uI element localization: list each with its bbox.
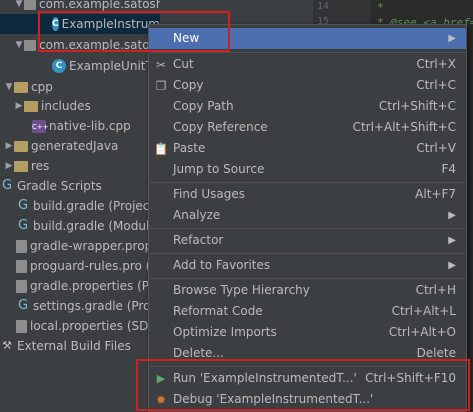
gradle-icon: G xyxy=(17,198,29,213)
context-menu: New ▶ ✂ Cut Ctrl+X ❐ Copy Ctrl+C Copy Pa… xyxy=(148,24,467,412)
file-icon xyxy=(16,319,27,333)
menu-item-find-usages[interactable]: Find Usages Alt+F7 xyxy=(149,184,466,205)
folder-icon xyxy=(14,81,28,93)
tree-item-generated-java[interactable]: ▶ generatedJava xyxy=(4,136,119,156)
cut-icon: ✂ xyxy=(155,58,167,72)
tree-item-example-unit-test[interactable]: C ExampleUnitTes xyxy=(52,56,160,76)
menu-item-copy[interactable]: ❐ Copy Ctrl+C xyxy=(149,75,466,96)
copy-icon: ❐ xyxy=(155,79,167,93)
folder-icon xyxy=(24,100,38,112)
cpp-file-icon: C++ xyxy=(32,119,49,133)
debug-icon: ✹ xyxy=(155,393,167,407)
expand-arrow-icon[interactable]: ▼ xyxy=(14,0,24,9)
tree-item-cpp[interactable]: ▼ cpp xyxy=(4,77,53,97)
tree-item-package[interactable]: ▼ com.example.satosl xyxy=(14,35,160,55)
expand-arrow-icon[interactable]: ▼ xyxy=(14,40,24,50)
paste-icon: 📋 xyxy=(153,142,169,156)
menu-item-browse-type-hierarchy[interactable]: Browse Type Hierarchy Ctrl+H xyxy=(149,280,466,301)
menu-separator xyxy=(150,182,465,183)
file-icon xyxy=(16,259,27,273)
tree-item-gradle-wrapper[interactable]: gradle-wrapper.prope xyxy=(16,236,160,256)
menu-separator xyxy=(150,366,465,367)
submenu-arrow-icon: ▶ xyxy=(448,33,456,44)
menu-item-refactor[interactable]: Refactor ▶ xyxy=(149,230,466,251)
menu-item-reformat-code[interactable]: Reformat Code Ctrl+Alt+L xyxy=(149,301,466,322)
tree-item-package[interactable]: ▼ com.example.satoshi_maemoto.myapplicat… xyxy=(14,0,160,14)
menu-item-jump-to-source[interactable]: Jump to Source F4 xyxy=(149,159,466,180)
gradle-icon: G xyxy=(17,218,29,233)
menu-item-run[interactable]: ▶ Run 'ExampleInstrumentedT...' Ctrl+Shi… xyxy=(149,368,466,389)
collapse-arrow-icon[interactable]: ▶ xyxy=(4,141,14,151)
submenu-arrow-icon: ▶ xyxy=(448,235,456,246)
gradle-icon: G xyxy=(17,298,29,313)
submenu-arrow-icon: ▶ xyxy=(448,260,456,271)
external-build-icon: ⚒ xyxy=(2,339,12,352)
tree-item-res[interactable]: ▶ res xyxy=(4,156,50,176)
tree-item-external-build-files[interactable]: ⚒ External Build Files xyxy=(0,336,131,356)
package-icon xyxy=(24,0,36,10)
menu-item-analyze[interactable]: Analyze ▶ xyxy=(149,205,466,226)
menu-separator xyxy=(150,228,465,229)
class-icon: C xyxy=(52,17,59,31)
menu-separator xyxy=(150,253,465,254)
menu-item-cut[interactable]: ✂ Cut Ctrl+X xyxy=(149,54,466,75)
menu-item-new[interactable]: New ▶ xyxy=(149,28,466,49)
line-number: 14 xyxy=(317,1,330,12)
tree-item-includes[interactable]: ▶ includes xyxy=(14,96,91,116)
tree-item-example-instrumented-test[interactable]: C ExampleInstrumentedTest xyxy=(0,14,160,34)
tree-item-local-properties[interactable]: local.properties (SDK L xyxy=(16,316,160,336)
folder-icon xyxy=(14,160,28,172)
menu-item-copy-reference[interactable]: Copy Reference Ctrl+Alt+Shift+C xyxy=(149,117,466,138)
expand-arrow-icon[interactable]: ▼ xyxy=(4,82,14,92)
file-icon xyxy=(16,279,27,293)
tree-item-build-gradle-module[interactable]: G build.gradle (Module: xyxy=(16,216,160,236)
code-line: * xyxy=(377,1,384,14)
menu-item-debug[interactable]: ✹ Debug 'ExampleInstrumentedT...' xyxy=(149,389,466,410)
folder-icon xyxy=(14,140,28,152)
tree-item-gradle-properties[interactable]: gradle.properties (Proj xyxy=(16,276,160,296)
file-icon xyxy=(16,239,27,253)
menu-item-delete[interactable]: Delete... Delete xyxy=(149,343,466,364)
tree-item-native-lib[interactable]: C++ native-lib.cpp xyxy=(32,116,131,136)
menu-separator xyxy=(150,278,465,279)
collapse-arrow-icon[interactable]: ▶ xyxy=(14,101,24,111)
collapse-arrow-icon[interactable]: ▶ xyxy=(4,161,14,171)
class-icon: C xyxy=(52,59,66,73)
submenu-arrow-icon: ▶ xyxy=(448,210,456,221)
project-tree: ▼ com.example.satoshi_maemoto.myapplicat… xyxy=(0,0,160,411)
menu-item-paste[interactable]: 📋 Paste Ctrl+V xyxy=(149,138,466,159)
tree-item-gradle-scripts[interactable]: G Gradle Scripts xyxy=(0,176,102,196)
menu-item-optimize-imports[interactable]: Optimize Imports Ctrl+Alt+O xyxy=(149,322,466,343)
gradle-icon: G xyxy=(1,178,13,193)
run-icon: ▶ xyxy=(156,372,166,385)
menu-item-copy-path[interactable]: Copy Path Ctrl+Shift+C xyxy=(149,96,466,117)
tree-item-settings-gradle[interactable]: G settings.gradle (Projec xyxy=(16,296,160,316)
package-icon xyxy=(24,39,36,51)
menu-separator xyxy=(150,52,465,53)
tree-item-proguard-rules[interactable]: proguard-rules.pro (Pr xyxy=(16,256,160,276)
menu-item-add-to-favorites[interactable]: Add to Favorites ▶ xyxy=(149,255,466,276)
tree-item-build-gradle-project[interactable]: G build.gradle (Project: C xyxy=(16,196,160,216)
